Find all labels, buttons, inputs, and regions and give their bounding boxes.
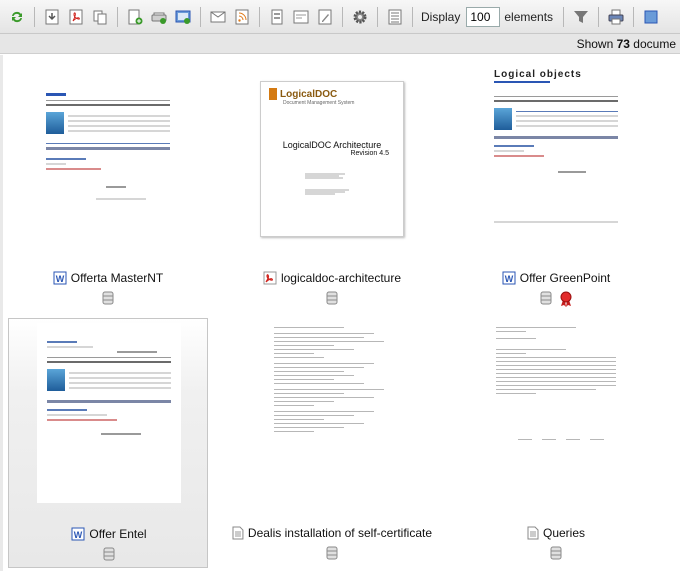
document-title: Offerta MasterNT	[70, 271, 164, 285]
pencil-document-icon	[318, 9, 332, 24]
word-file-icon: W	[502, 271, 516, 285]
archive-icon	[271, 9, 283, 24]
document-caption[interactable]: W Offer GreenPoint	[456, 271, 656, 285]
export-button[interactable]	[640, 6, 662, 28]
svg-text:W: W	[505, 274, 514, 284]
results-suffix: docume	[629, 37, 676, 51]
thumbnail-revision: Revision 4.5	[350, 150, 389, 157]
import-icon	[175, 10, 191, 24]
toolbar-separator	[598, 6, 600, 27]
funnel-icon	[574, 10, 589, 23]
document-title: Queries	[542, 526, 586, 540]
pdf-file-icon	[263, 271, 277, 285]
results-status: Shown 73 docume	[0, 34, 680, 54]
results-prefix: Shown	[576, 37, 617, 51]
list-view-button[interactable]	[384, 6, 406, 28]
svg-text:W: W	[56, 274, 65, 284]
document-caption[interactable]: Queries	[456, 526, 656, 540]
document-thumbnail[interactable]: LogicalDOC Document Management System Lo…	[260, 81, 404, 237]
refresh-button[interactable]	[6, 6, 28, 28]
database-icon	[550, 546, 562, 560]
convert-pdf-button[interactable]	[65, 6, 87, 28]
list-view-icon	[388, 9, 402, 24]
document-tile[interactable]: Dealis installation of self-certificate	[232, 318, 432, 568]
scan-button[interactable]	[148, 6, 170, 28]
word-file-icon: W	[71, 527, 85, 541]
filter-button[interactable]	[570, 6, 592, 28]
toolbar-separator	[563, 6, 565, 27]
document-thumbnail[interactable]	[37, 323, 181, 503]
database-icon	[326, 291, 338, 305]
gear-icon	[353, 10, 367, 23]
toolbar-separator	[259, 6, 260, 27]
database-icon	[540, 291, 552, 305]
database-icon	[103, 547, 115, 561]
ribbon-award-icon[interactable]	[559, 291, 573, 307]
edit-form-icon	[293, 10, 309, 23]
download-button[interactable]	[41, 6, 63, 28]
display-label: Display	[421, 9, 461, 24]
archive-button[interactable]	[266, 6, 288, 28]
document-thumbnail[interactable]	[260, 320, 404, 500]
document-grid: W Offerta MasterNT LogicalDOC Document M…	[0, 55, 680, 571]
sign-button[interactable]	[314, 6, 336, 28]
document-tile[interactable]: Queries	[456, 318, 656, 568]
printer-icon	[608, 9, 624, 24]
thumbnail-logo: LogicalDOC	[280, 88, 338, 100]
database-icon	[326, 546, 338, 560]
pdf-icon	[69, 9, 83, 24]
add-document-button[interactable]	[124, 6, 146, 28]
document-tile[interactable]: Logical objects W Offer GreenPoint	[456, 63, 656, 313]
toolbar: Display elements	[0, 0, 680, 34]
text-file-icon	[232, 526, 244, 540]
refresh-icon	[12, 11, 22, 22]
document-title: Offer GreenPoint	[519, 271, 611, 285]
export-icon	[644, 10, 658, 23]
panel-resize-handle[interactable]	[0, 55, 3, 571]
document-tile[interactable]: W Offer Entel	[8, 318, 208, 568]
document-tile[interactable]: W Offerta MasterNT	[8, 63, 208, 313]
text-file-icon	[527, 526, 539, 540]
rss-button[interactable]	[231, 6, 253, 28]
toolbar-separator	[200, 6, 201, 27]
document-caption[interactable]: Dealis installation of self-certificate	[232, 526, 432, 540]
display-count-input[interactable]	[466, 6, 501, 27]
document-title: Offer Entel	[89, 527, 147, 541]
scanner-icon	[151, 12, 167, 24]
results-count: 73	[616, 37, 630, 51]
settings-button[interactable]	[349, 6, 371, 28]
download-icon	[45, 9, 59, 24]
thumbnail-logo: Logical objects	[494, 69, 582, 80]
document-tile[interactable]: LogicalDOC Document Management System Lo…	[232, 63, 432, 313]
toolbar-separator	[342, 6, 343, 27]
add-document-icon	[128, 9, 143, 24]
import-button[interactable]	[172, 6, 194, 28]
word-file-icon: W	[53, 271, 67, 285]
document-title: Dealis installation of self-certificate	[247, 526, 432, 540]
svg-text:W: W	[74, 530, 83, 540]
toolbar-separator	[633, 6, 635, 27]
envelope-icon	[210, 11, 226, 22]
document-caption[interactable]: logicaldoc-architecture	[232, 271, 432, 285]
copy-button[interactable]	[89, 6, 111, 28]
rss-icon	[235, 9, 249, 24]
document-title: logicaldoc-architecture	[280, 271, 402, 285]
edit-button[interactable]	[290, 6, 312, 28]
document-thumbnail[interactable]	[36, 63, 180, 243]
print-button[interactable]	[605, 6, 627, 28]
document-thumbnail[interactable]: Logical objects	[484, 63, 628, 243]
document-caption[interactable]: W Offerta MasterNT	[8, 271, 208, 285]
database-icon	[102, 291, 114, 305]
toolbar-separator	[117, 6, 118, 27]
copy-icon	[93, 10, 107, 24]
elements-label: elements	[504, 9, 554, 24]
toolbar-separator	[377, 6, 378, 27]
thumbnail-heading: LogicalDOC Architecture	[282, 140, 382, 150]
email-button[interactable]	[207, 6, 229, 28]
toolbar-separator	[412, 6, 413, 27]
toolbar-separator	[34, 6, 35, 27]
document-caption[interactable]: W Offer Entel	[9, 527, 209, 541]
document-thumbnail[interactable]	[484, 320, 628, 500]
